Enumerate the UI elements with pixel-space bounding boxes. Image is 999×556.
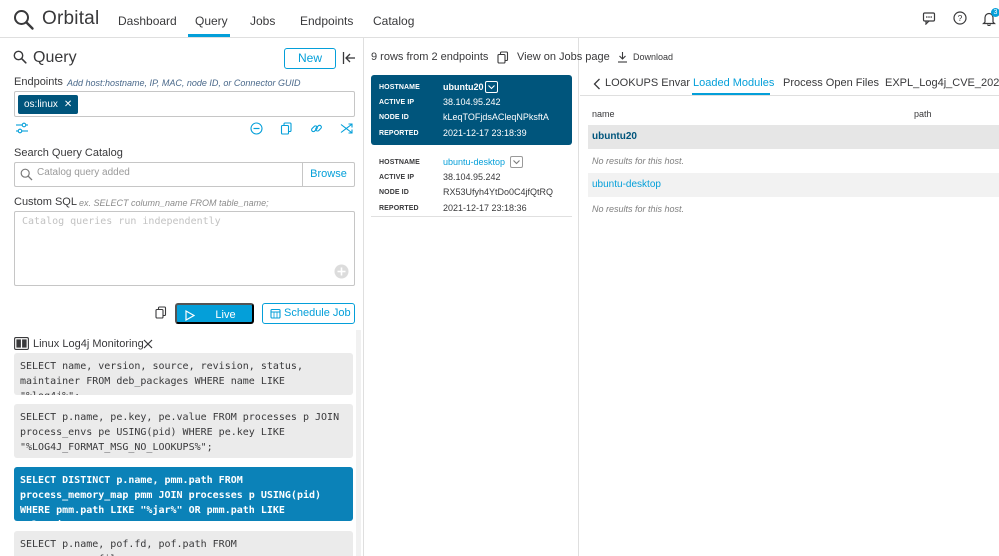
search-catalog-label: Search Query Catalog xyxy=(14,147,123,159)
host-group-row[interactable]: ubuntu20 xyxy=(588,125,999,149)
copy-results-icon[interactable] xyxy=(497,51,509,64)
node-id-key: NODE ID xyxy=(379,114,409,121)
active-ip-value: 38.104.95.242 xyxy=(443,97,501,107)
orbital-logo-icon xyxy=(13,9,35,31)
shuffle-icon[interactable] xyxy=(340,122,353,135)
catalog-query-card-selected[interactable]: SELECT DISTINCT p.name, pmm.path FROM pr… xyxy=(14,467,353,521)
filter-settings-icon[interactable] xyxy=(15,122,29,134)
catalog-search-input[interactable] xyxy=(37,167,297,178)
query-search-icon xyxy=(13,50,27,64)
nav-dashboard[interactable]: Dashboard xyxy=(118,14,177,28)
live-query-label: Live Query xyxy=(210,309,241,342)
tab-process-open-files[interactable]: Process Open Files xyxy=(783,77,879,89)
detail-panel: LOOKUPS Envar Loaded Modules Process Ope… xyxy=(580,38,999,556)
help-icon[interactable]: ? xyxy=(953,11,967,25)
live-query-button[interactable]: Live Query xyxy=(175,303,254,342)
copy-query-icon[interactable] xyxy=(155,306,167,319)
add-icon[interactable] xyxy=(334,264,349,279)
query-panel: Query New Endpoints Add host:hostname, I… xyxy=(0,38,364,556)
tab-lookups-envar[interactable]: LOOKUPS Envar xyxy=(605,77,690,89)
custom-sql-textarea[interactable] xyxy=(22,216,322,278)
hostname-key: HOSTNAME xyxy=(379,159,420,166)
endpoints-hint: Add host:hostname, IP, MAC, node ID, or … xyxy=(67,78,301,88)
nav-catalog[interactable]: Catalog xyxy=(373,14,414,28)
search-icon xyxy=(20,168,33,181)
active-ip-key: ACTIVE IP xyxy=(379,174,415,181)
nav-endpoints[interactable]: Endpoints xyxy=(300,14,353,28)
tab-expl-log4j[interactable]: EXPL_Log4j_CVE_2021_ xyxy=(885,77,999,89)
column-header-path[interactable]: path xyxy=(914,109,932,119)
reported-value: 2021-12-17 23:18:36 xyxy=(443,203,527,213)
hostname-value[interactable]: ubuntu-desktop xyxy=(443,157,505,167)
reported-value: 2021-12-17 23:18:39 xyxy=(443,128,527,138)
hostname-key: HOSTNAME xyxy=(379,84,420,91)
page-title: Query xyxy=(33,49,77,66)
feedback-icon[interactable] xyxy=(922,11,936,25)
host-card[interactable]: HOSTNAME ubuntu-desktop ACTIVE IP 38.104… xyxy=(371,150,572,220)
host-expand-chevron-icon[interactable] xyxy=(510,156,523,168)
schedule-job-button[interactable]: Schedule Job xyxy=(262,303,355,324)
new-query-button[interactable]: New xyxy=(284,48,336,69)
host-group-row[interactable]: ubuntu-desktop xyxy=(588,173,999,197)
node-id-value: kLeqTOFjdsACleqNPksftA xyxy=(443,112,549,122)
remove-all-icon[interactable] xyxy=(250,122,263,135)
results-summary: 9 rows from 2 endpoints xyxy=(371,51,489,63)
results-hosts-panel: 9 rows from 2 endpoints View on Jobs pag… xyxy=(365,38,673,556)
endpoints-input[interactable]: os:linux ✕ xyxy=(14,91,355,117)
remove-chip-icon[interactable]: ✕ xyxy=(64,99,72,110)
query-list-scrollbar[interactable] xyxy=(356,330,361,556)
catalog-name: Linux Log4j Monitoring xyxy=(33,338,144,350)
custom-sql-label: Custom SQL xyxy=(14,196,77,208)
browse-button[interactable]: Browse xyxy=(302,162,355,187)
active-ip-value: 38.104.95.242 xyxy=(443,172,501,182)
catalog-query-card[interactable]: SELECT p.name, pe.key, pe.value FROM pro… xyxy=(14,404,353,458)
divider xyxy=(580,95,999,96)
catalog-query-card[interactable]: SELECT p.name, pof.fd, pof.path FROM pro… xyxy=(14,531,353,556)
host-card-selected[interactable]: HOSTNAME ubuntu20 ACTIVE IP 38.104.95.24… xyxy=(371,75,572,145)
calendar-icon xyxy=(270,308,281,319)
custom-sql-field[interactable] xyxy=(14,211,355,286)
play-icon xyxy=(184,310,195,321)
app-brand: Orbital xyxy=(42,8,100,29)
no-results-message: No results for this host. xyxy=(592,156,685,166)
notification-badge: 3 xyxy=(991,8,999,17)
reported-key: REPORTED xyxy=(379,130,419,137)
collapse-panel-icon[interactable] xyxy=(342,51,356,65)
host-group-name: ubuntu-desktop xyxy=(592,179,661,190)
catalog-query-card[interactable]: SELECT name, version, source, revision, … xyxy=(14,353,353,395)
endpoint-chip[interactable]: os:linux ✕ xyxy=(18,95,79,114)
reported-key: REPORTED xyxy=(379,205,419,212)
nav-active-indicator xyxy=(188,34,230,37)
catalog-header: Linux Log4j Monitoring xyxy=(14,337,144,350)
svg-text:?: ? xyxy=(958,13,963,23)
top-navigation-bar: Orbital Dashboard Query Jobs Endpoints C… xyxy=(0,0,999,38)
close-catalog-icon[interactable] xyxy=(143,339,153,349)
nav-jobs[interactable]: Jobs xyxy=(250,14,275,28)
endpoint-chip-label: os:linux xyxy=(24,99,58,110)
active-ip-key: ACTIVE IP xyxy=(379,99,415,106)
node-id-value: RX53Ufyh4YtDo0C4jfQtRQ xyxy=(443,187,554,197)
link-icon[interactable] xyxy=(310,122,323,135)
column-header-name[interactable]: name xyxy=(592,109,615,119)
custom-sql-hint: ex. SELECT column_name FROM table_name; xyxy=(79,198,269,208)
nav-query[interactable]: Query xyxy=(195,14,228,28)
no-results-message: No results for this host. xyxy=(592,204,685,214)
copy-endpoints-icon[interactable] xyxy=(280,122,293,135)
catalog-search-field[interactable] xyxy=(14,162,303,187)
divider xyxy=(371,216,572,217)
catalog-book-icon xyxy=(14,337,29,350)
hostname-value: ubuntu20 xyxy=(443,82,484,92)
host-group-name: ubuntu20 xyxy=(592,131,637,142)
endpoints-label: Endpoints xyxy=(14,76,63,88)
node-id-key: NODE ID xyxy=(379,189,409,196)
tab-loaded-modules[interactable]: Loaded Modules xyxy=(693,77,774,89)
host-expand-chevron-icon[interactable] xyxy=(485,81,498,93)
schedule-job-label: Schedule Job xyxy=(284,307,351,319)
chevron-left-icon[interactable] xyxy=(593,78,601,90)
